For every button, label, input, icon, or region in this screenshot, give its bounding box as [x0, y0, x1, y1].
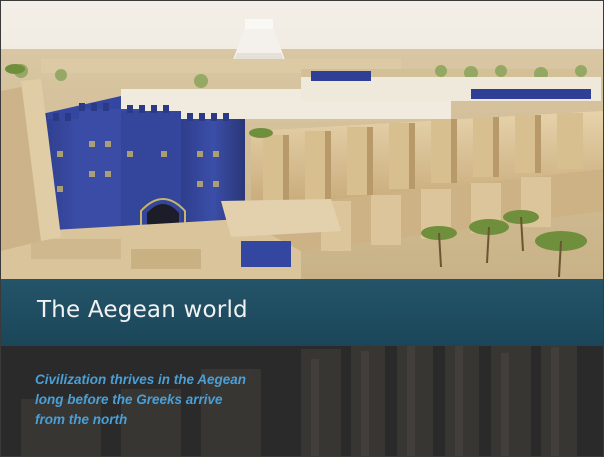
- slide-subtitle: Civilization thrives in the Aegean long …: [35, 370, 355, 430]
- slide: The Aegean world Civilization thrives in…: [0, 0, 604, 457]
- subtitle-line: long before the Greeks arrive: [35, 392, 223, 407]
- city-illustration: [1, 1, 603, 279]
- subtitle-line: Civilization thrives in the Aegean: [35, 372, 247, 387]
- subtitle-line: from the north: [35, 412, 128, 427]
- title-band: The Aegean world: [1, 279, 603, 346]
- slide-title: The Aegean world: [37, 297, 248, 323]
